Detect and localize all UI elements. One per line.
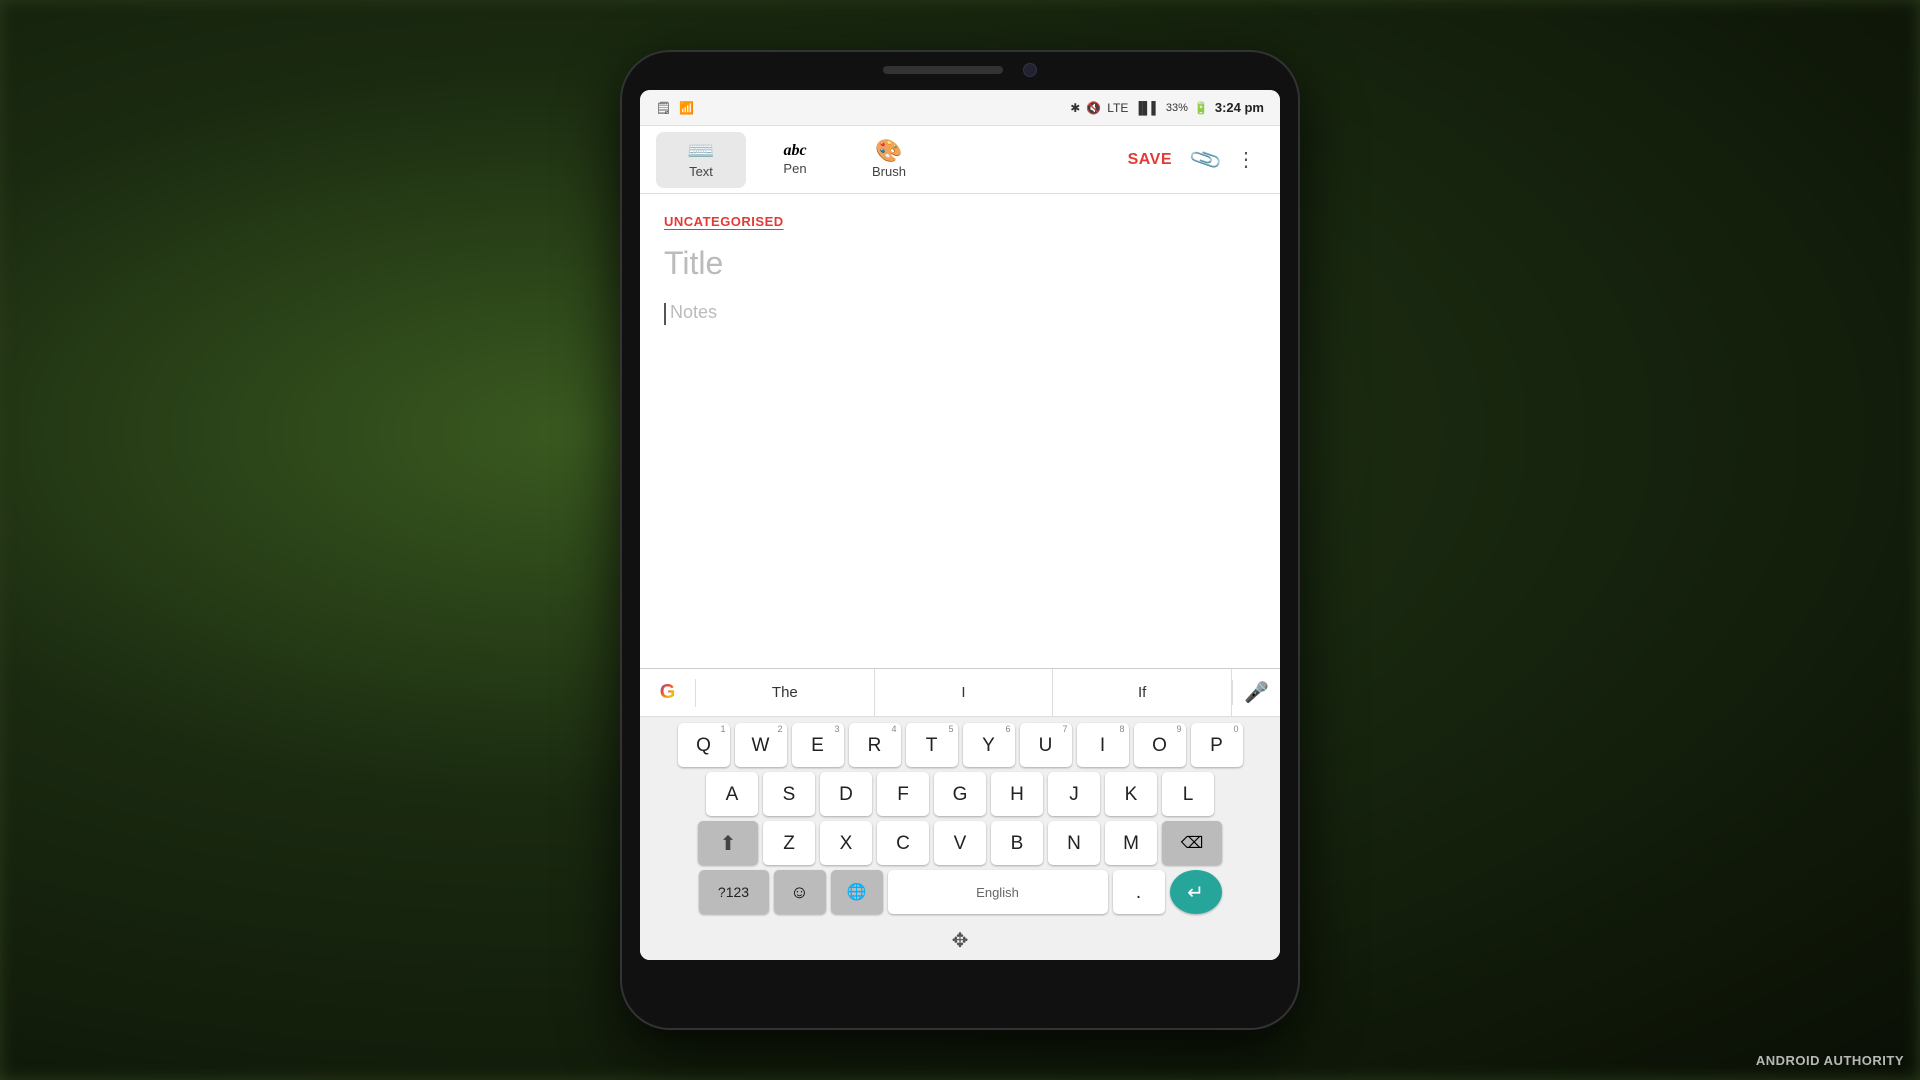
save-button[interactable]: SAVE <box>1116 143 1184 177</box>
key-y[interactable]: 6Y <box>963 723 1015 767</box>
key-d[interactable]: D <box>820 772 872 816</box>
phone-screen: 🗒 📶 ✱ 🔇 LTE ▐▌▌ 33% 🔋 3:24 pm ⌨️ Text <box>640 90 1280 960</box>
globe-icon: 🌐 <box>847 882 867 902</box>
note-category[interactable]: UNCATEGORISED <box>664 214 1256 229</box>
g-icon: G <box>660 681 676 704</box>
text-cursor <box>664 303 666 325</box>
emoji-icon: ☺ <box>790 882 808 903</box>
key-s[interactable]: S <box>763 772 815 816</box>
mic-button[interactable]: 🎤 <box>1232 680 1280 705</box>
enter-key[interactable]: ↵ <box>1170 870 1222 914</box>
period-key[interactable]: . <box>1113 870 1165 914</box>
key-h[interactable]: H <box>991 772 1043 816</box>
backspace-icon: ⌫ <box>1181 833 1204 853</box>
phone-mockup: 🗒 📶 ✱ 🔇 LTE ▐▌▌ 33% 🔋 3:24 pm ⌨️ Text <box>620 50 1300 1030</box>
key-row-1: 1Q 2W 3E 4R 5T 6Y 7U 8I 9O 0P <box>644 723 1276 767</box>
key-w[interactable]: 2W <box>735 723 787 767</box>
battery-percent: 33% <box>1166 102 1188 114</box>
brush-icon: 🎨 <box>875 140 902 162</box>
google-logo: G <box>640 679 696 707</box>
key-i[interactable]: 8I <box>1077 723 1129 767</box>
key-g[interactable]: G <box>934 772 986 816</box>
more-options-button[interactable]: ⋮ <box>1228 142 1264 178</box>
keyboard: G The I If 🎤 1Q 2W 3E 4R <box>640 668 1280 960</box>
microphone-icon: 🎤 <box>1244 680 1269 705</box>
space-label: English <box>976 885 1019 900</box>
key-j[interactable]: J <box>1048 772 1100 816</box>
key-l[interactable]: L <box>1162 772 1214 816</box>
key-n[interactable]: N <box>1048 821 1100 865</box>
numbers-key[interactable]: ?123 <box>699 870 769 914</box>
brush-tool-button[interactable]: 🎨 Brush <box>844 132 934 188</box>
phone-outer: 🗒 📶 ✱ 🔇 LTE ▐▌▌ 33% 🔋 3:24 pm ⌨️ Text <box>620 50 1300 1030</box>
wifi-icon: 📶 <box>679 101 694 115</box>
front-camera <box>1023 63 1037 77</box>
brush-tool-label: Brush <box>872 164 906 179</box>
signal-bars: ▐▌▌ <box>1134 101 1160 115</box>
note-content-area[interactable]: UNCATEGORISED Title Notes <box>640 194 1280 668</box>
keyboard-rows: 1Q 2W 3E 4R 5T 6Y 7U 8I 9O 0P A S <box>640 717 1280 920</box>
keyboard-icon: ⌨️ <box>687 140 714 162</box>
move-keyboard-icon[interactable]: ✥ <box>952 928 969 953</box>
suggestion-i[interactable]: I <box>875 669 1054 716</box>
mute-icon: 🔇 <box>1086 101 1101 115</box>
text-tool-label: Text <box>689 164 713 179</box>
note-body-field[interactable]: Notes <box>664 302 1256 325</box>
shift-key[interactable]: ⬆ <box>698 821 758 865</box>
keyboard-suggestions-bar: G The I If 🎤 <box>640 669 1280 717</box>
nav-gesture-bar: ✥ <box>640 920 1280 960</box>
pen-tool-label: Pen <box>783 161 806 176</box>
key-a[interactable]: A <box>706 772 758 816</box>
notes-placeholder: Notes <box>670 302 717 323</box>
vertical-dots-icon: ⋮ <box>1236 147 1256 172</box>
key-v[interactable]: V <box>934 821 986 865</box>
key-f[interactable]: F <box>877 772 929 816</box>
key-row-2: A S D F G H J K L <box>644 772 1276 816</box>
key-p[interactable]: 0P <box>1191 723 1243 767</box>
key-c[interactable]: C <box>877 821 929 865</box>
key-q[interactable]: 1Q <box>678 723 730 767</box>
globe-key[interactable]: 🌐 <box>831 870 883 914</box>
key-u[interactable]: 7U <box>1020 723 1072 767</box>
key-k[interactable]: K <box>1105 772 1157 816</box>
status-right: ✱ 🔇 LTE ▐▌▌ 33% 🔋 3:24 pm <box>1070 100 1264 115</box>
pen-tool-button[interactable]: abc Pen <box>750 132 840 188</box>
suggestion-the[interactable]: The <box>696 669 875 716</box>
suggestion-if[interactable]: If <box>1053 669 1232 716</box>
key-z[interactable]: Z <box>763 821 815 865</box>
paperclip-icon: 📎 <box>1188 141 1225 177</box>
phone-top-bar <box>620 50 1300 90</box>
key-o[interactable]: 9O <box>1134 723 1186 767</box>
bluetooth-icon: ✱ <box>1070 101 1080 115</box>
lte-icon: LTE <box>1107 101 1128 115</box>
key-row-3: ⬆ Z X C V B N M ⌫ <box>644 821 1276 865</box>
note-title-field[interactable]: Title <box>664 245 1256 282</box>
enter-icon: ↵ <box>1187 880 1204 905</box>
android-authority-watermark: ANDROID AUTHORITY <box>1756 1053 1904 1068</box>
samsung-notes-status-icon: 🗒 <box>656 101 671 115</box>
key-x[interactable]: X <box>820 821 872 865</box>
note-toolbar: ⌨️ Text abc Pen 🎨 Brush SAVE 📎 ⋮ <box>640 126 1280 194</box>
text-tool-button[interactable]: ⌨️ Text <box>656 132 746 188</box>
emoji-key[interactable]: ☺ <box>774 870 826 914</box>
status-left: 🗒 📶 <box>656 101 694 115</box>
pen-icon: abc <box>783 143 806 159</box>
attach-button[interactable]: 📎 <box>1181 135 1230 184</box>
shift-icon: ⬆ <box>720 831 737 856</box>
speaker-grille <box>883 66 1003 74</box>
key-r[interactable]: 4R <box>849 723 901 767</box>
space-key[interactable]: English <box>888 870 1108 914</box>
battery-icon: 🔋 <box>1194 101 1209 115</box>
key-row-4: ?123 ☺ 🌐 English . ↵ <box>644 870 1276 914</box>
backspace-key[interactable]: ⌫ <box>1162 821 1222 865</box>
key-e[interactable]: 3E <box>792 723 844 767</box>
key-t[interactable]: 5T <box>906 723 958 767</box>
status-bar: 🗒 📶 ✱ 🔇 LTE ▐▌▌ 33% 🔋 3:24 pm <box>640 90 1280 126</box>
key-b[interactable]: B <box>991 821 1043 865</box>
status-time: 3:24 pm <box>1215 100 1264 115</box>
key-m[interactable]: M <box>1105 821 1157 865</box>
